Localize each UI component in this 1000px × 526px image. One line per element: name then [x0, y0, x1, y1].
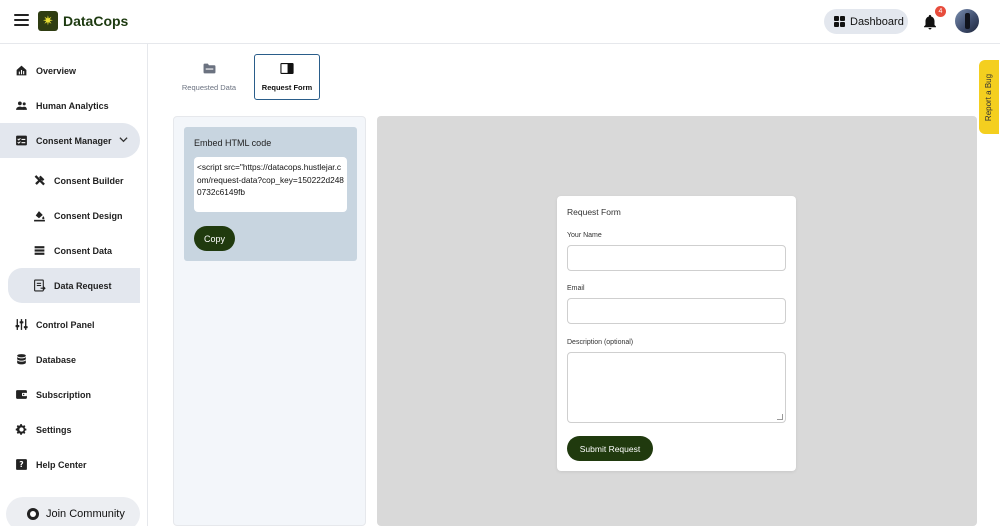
sidebar-item-label: Consent Design — [54, 210, 123, 221]
embed-panel: Embed HTML code <script src="https://dat… — [173, 116, 366, 526]
sidebar-item-database[interactable]: Database — [0, 342, 140, 377]
tab-label: Requested Data — [181, 82, 237, 92]
sidebar-item-control-panel[interactable]: Control Panel — [0, 307, 140, 342]
notification-badge: 4 — [935, 6, 946, 17]
sidebar-item-consent-builder[interactable]: Consent Builder — [0, 163, 140, 198]
email-label: Email — [567, 285, 585, 292]
sidebar-item-label: Help Center — [36, 459, 87, 470]
report-bug-label: Report a Bug — [984, 73, 994, 121]
join-community-label: Join Community — [46, 508, 125, 520]
help-icon: ? — [14, 458, 28, 472]
dashboard-label: Dashboard — [850, 15, 904, 28]
community-icon — [27, 508, 39, 520]
data-request-icon — [32, 279, 46, 293]
menu-icon[interactable] — [14, 14, 29, 26]
database-icon — [14, 353, 28, 367]
tab-label: Request Form — [261, 82, 313, 92]
list-icon — [32, 244, 46, 258]
sidebar-item-consent-design[interactable]: Consent Design — [0, 198, 140, 233]
home-chart-icon — [14, 64, 28, 78]
resize-handle-icon[interactable] — [777, 414, 783, 420]
form-preview-area: Request Form Your Name Email Description… — [377, 116, 977, 526]
form-icon — [280, 62, 294, 77]
checklist-icon — [14, 134, 28, 148]
sidebar: Overview Human Analytics Consent Manager… — [0, 44, 148, 526]
paint-bucket-icon — [32, 209, 46, 223]
chevron-down-icon[interactable] — [119, 135, 128, 144]
tab-request-form[interactable]: Request Form — [254, 54, 320, 100]
tools-icon — [32, 174, 46, 188]
wallet-icon — [14, 388, 28, 402]
sidebar-item-overview[interactable]: Overview — [0, 53, 140, 88]
sidebar-item-label: Database — [36, 354, 77, 365]
avatar[interactable] — [955, 9, 979, 33]
sidebar-item-help-center[interactable]: ? Help Center — [0, 447, 140, 482]
name-input[interactable] — [567, 245, 786, 271]
embed-card: Embed HTML code <script src="https://dat… — [184, 127, 357, 261]
sidebar-item-label: Consent Builder — [54, 175, 124, 186]
submit-request-button[interactable]: Submit Request — [567, 436, 653, 461]
copy-button[interactable]: Copy — [194, 226, 235, 251]
gear-icon — [14, 423, 28, 437]
sidebar-item-subscription[interactable]: Subscription — [0, 377, 140, 412]
form-title: Request Form — [567, 207, 621, 217]
tab-requested-data[interactable]: Requested Data — [176, 54, 242, 100]
name-label: Your Name — [567, 232, 602, 239]
sidebar-item-label: Settings — [36, 424, 72, 435]
app-name: DataCops — [63, 13, 129, 29]
email-input[interactable] — [567, 298, 786, 324]
sidebar-item-label: Human Analytics — [36, 100, 109, 111]
embed-title: Embed HTML code — [194, 138, 272, 148]
folder-icon — [203, 63, 216, 77]
logo-icon: ✷ — [38, 11, 58, 31]
request-form-card: Request Form Your Name Email Description… — [557, 196, 796, 471]
people-icon — [14, 99, 28, 113]
dashboard-button[interactable]: Dashboard — [824, 9, 908, 34]
sidebar-item-label: Subscription — [36, 389, 92, 400]
sidebar-item-label: Consent Manager — [36, 135, 112, 146]
sidebar-item-label: Control Panel — [36, 319, 95, 330]
top-bar: ✷ DataCops Dashboard 4 — [0, 0, 1000, 44]
sidebar-item-human-analytics[interactable]: Human Analytics — [0, 88, 140, 123]
sidebar-item-label: Overview — [36, 65, 77, 76]
report-bug-button[interactable]: Report a Bug — [979, 60, 999, 134]
svg-text:?: ? — [19, 460, 23, 469]
join-community-button[interactable]: Join Community — [6, 497, 140, 526]
description-textarea[interactable] — [567, 352, 786, 423]
sidebar-item-label: Data Request — [54, 280, 112, 291]
sidebar-item-label: Consent Data — [54, 245, 113, 256]
embed-code[interactable]: <script src="https://datacops.hustlejar.… — [194, 157, 347, 212]
sliders-icon — [14, 318, 28, 332]
sidebar-item-consent-data[interactable]: Consent Data — [0, 233, 140, 268]
sidebar-item-settings[interactable]: Settings — [0, 412, 140, 447]
sidebar-item-data-request[interactable]: Data Request — [8, 268, 140, 303]
description-label: Description (optional) — [567, 339, 634, 346]
sidebar-item-consent-manager[interactable]: Consent Manager — [0, 123, 140, 158]
dashboard-grid-icon — [834, 16, 845, 27]
